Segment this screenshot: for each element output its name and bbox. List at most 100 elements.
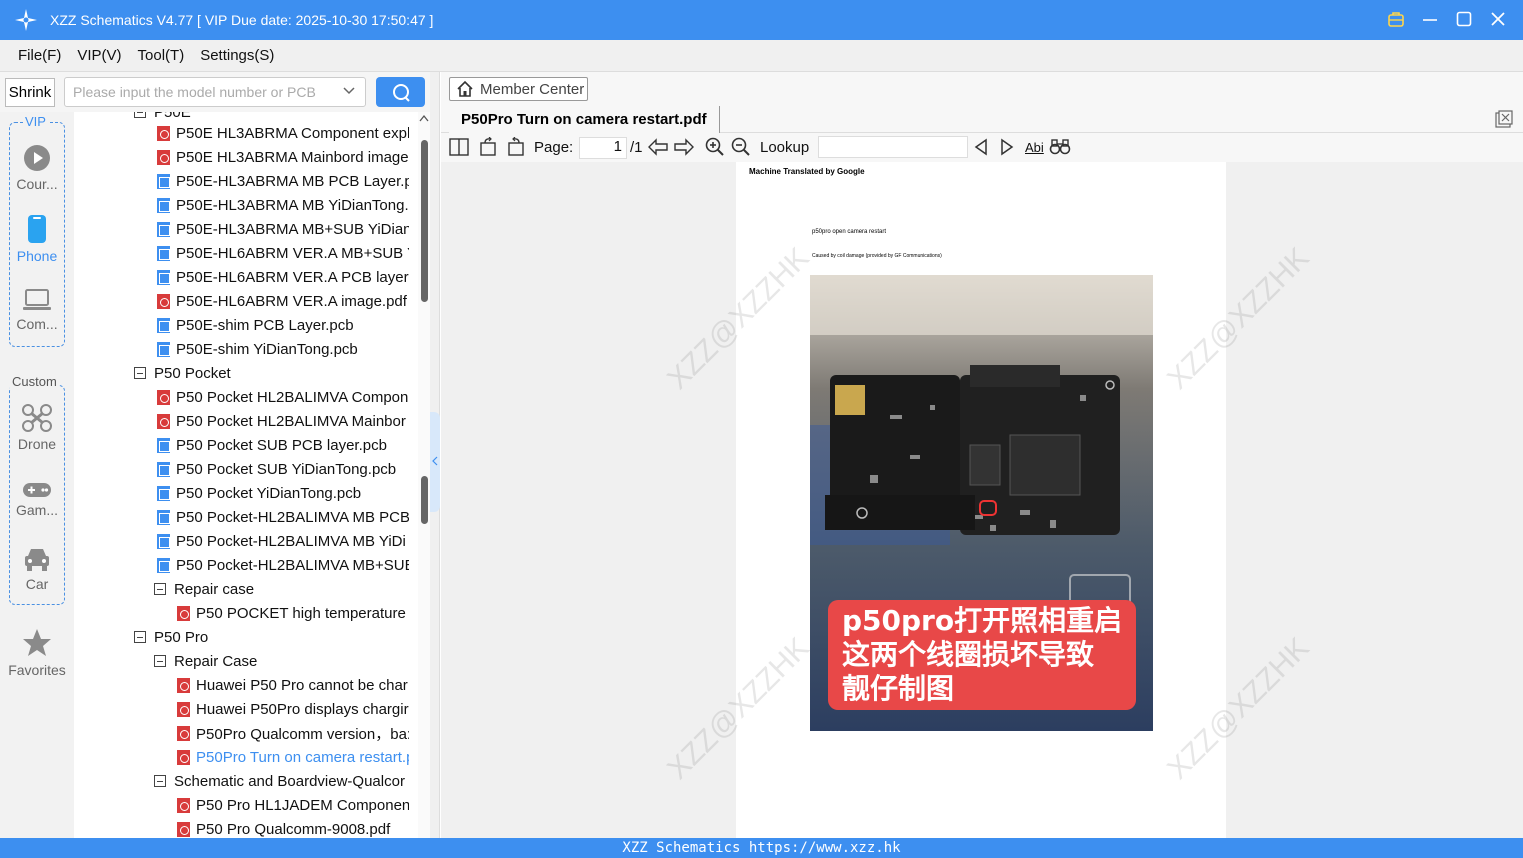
category-favorites[interactable]: Favorites — [0, 628, 74, 678]
tree-file-item[interactable]: P50E HL3ABRMA Mainbord image — [157, 145, 409, 169]
previous-page-icon[interactable] — [647, 136, 669, 158]
tree-file-item[interactable]: P50Pro Qualcomm version，ba: — [177, 721, 409, 745]
tab-document[interactable]: P50Pro Turn on camera restart.pdf — [449, 106, 720, 133]
find-next-icon[interactable] — [999, 136, 1015, 158]
next-page-icon[interactable] — [673, 136, 695, 158]
category-car[interactable]: Car — [0, 546, 74, 592]
tree-row-label: P50E — [154, 112, 191, 121]
tree-file-item[interactable]: Huawei P50Pro displays chargir — [177, 697, 409, 721]
tree-file-item[interactable]: P50 Pocket SUB YiDianTong.pcb — [157, 457, 396, 481]
tree-scrollbar[interactable] — [418, 112, 430, 838]
tree-file-item[interactable]: P50 Pro Qualcomm-9008.pdf — [177, 817, 390, 838]
binoculars-icon[interactable] — [1049, 136, 1071, 158]
vip-group-label: VIP — [23, 114, 48, 129]
tree-row-label: Repair Case — [174, 652, 258, 670]
tree-file-item[interactable]: P50 Pocket YiDianTong.pcb — [157, 481, 361, 505]
tree-file-item[interactable]: P50 POCKET high temperature i — [177, 601, 409, 625]
menu-settings[interactable]: Settings(S) — [200, 47, 274, 64]
close-tab-icon[interactable] — [1495, 110, 1513, 128]
collapse-icon[interactable] — [134, 631, 146, 643]
document-area[interactable]: Machine Translated by Google p50pro open… — [441, 162, 1523, 838]
pdf-file-icon — [177, 677, 190, 693]
pdf-file-icon — [177, 749, 190, 765]
category-drone[interactable]: Drone — [0, 404, 74, 452]
tree-file-item[interactable]: P50E-HL6ABRM VER.A MB+SUB Yi — [157, 241, 409, 265]
menu-tool[interactable]: Tool(T) — [138, 47, 185, 64]
shrink-button[interactable]: Shrink — [5, 78, 55, 107]
minimize-button[interactable] — [1419, 8, 1441, 30]
zoom-out-icon[interactable] — [731, 136, 751, 158]
vip-bag-icon[interactable] — [1385, 8, 1407, 30]
pdf-file-icon — [177, 605, 190, 621]
tree-file-item[interactable]: P50 Pro HL1JADEM Componen — [177, 793, 409, 817]
search-button[interactable] — [376, 77, 425, 107]
chevron-down-icon[interactable] — [343, 84, 355, 99]
tree-file-item[interactable]: P50E HL3ABRMA Component expl — [157, 121, 409, 145]
tree-file-item[interactable]: P50 Pocket-HL2BALIMVA MB YiDi — [157, 529, 406, 553]
chevron-left-icon — [432, 456, 438, 466]
search-input[interactable]: Please input the model number or PCB — [64, 77, 366, 107]
tree-row-label: P50 Pocket YiDianTong.pcb — [176, 484, 362, 502]
page-number-input[interactable]: 1 — [579, 137, 627, 159]
collapse-icon[interactable] — [154, 655, 166, 667]
tree-folder[interactable]: Schematic and Boardview-Qualcor — [154, 769, 405, 793]
tree-folder[interactable]: P50 Pro — [134, 625, 208, 649]
category-phone-label: Phone — [16, 248, 58, 264]
member-center-button[interactable]: Member Center — [449, 77, 588, 101]
rotate-right-icon[interactable] — [505, 136, 525, 158]
category-computer[interactable]: Com... — [0, 288, 74, 332]
category-phone[interactable]: Phone — [0, 214, 74, 264]
menu-vip[interactable]: VIP(V) — [77, 47, 121, 64]
tree-folder[interactable]: Repair Case — [154, 649, 257, 673]
tree-file-item[interactable]: P50E-HL6ABRM VER.A PCB layer.p — [157, 265, 409, 289]
maximize-button[interactable] — [1453, 8, 1475, 30]
search-placeholder: Please input the model number or PCB — [73, 84, 316, 100]
tree-file-item[interactable]: P50E-HL6ABRM VER.A image.pdf — [157, 289, 407, 313]
pcb-file-icon — [157, 317, 170, 333]
tree-file-item[interactable]: P50 Pocket HL2BALIMVA Compon — [157, 385, 408, 409]
tree-file-item[interactable]: P50Pro Turn on camera restart.p — [177, 745, 409, 769]
tree-file-item[interactable]: P50E-HL3ABRMA MB PCB Layer.pc — [157, 169, 409, 193]
collapse-icon[interactable] — [134, 367, 146, 379]
tree-file-item[interactable]: P50E-HL3ABRMA MB YiDianTong. — [157, 193, 409, 217]
tree-folder[interactable]: P50 Pocket — [134, 361, 231, 385]
category-courses[interactable]: Cour... — [0, 144, 74, 192]
zoom-in-icon[interactable] — [705, 136, 725, 158]
tree-file-item[interactable]: P50E-shim PCB Layer.pcb — [157, 313, 354, 337]
category-drone-label: Drone — [17, 436, 57, 452]
tree-file-item[interactable]: P50 Pocket-HL2BALIMVA MB+SUE — [157, 553, 409, 577]
pdf-toolbar: Page: 1 /1 Lookup Abi — [441, 134, 1523, 161]
drone-icon — [22, 404, 52, 432]
sidebar-toggle-icon[interactable] — [449, 136, 469, 158]
search-icon — [392, 84, 410, 102]
scroll-thumb[interactable] — [421, 140, 428, 302]
match-case-button[interactable]: Abi — [1025, 136, 1044, 158]
tree-row-label: P50 Pocket SUB YiDianTong.pcb — [176, 460, 397, 478]
tree-file-item[interactable]: Huawei P50 Pro cannot be char — [177, 673, 408, 697]
collapse-icon[interactable] — [154, 775, 166, 787]
rotate-left-icon[interactable] — [479, 136, 499, 158]
category-game[interactable]: Gam... — [0, 482, 74, 518]
collapse-icon[interactable] — [154, 583, 166, 595]
scroll-thumb-secondary[interactable] — [421, 476, 428, 524]
tree-row-label: P50 Pro — [154, 628, 209, 646]
tree-file-item[interactable]: P50 Pocket-HL2BALIMVA MB PCB — [157, 505, 409, 529]
tree-file-item[interactable]: P50 Pocket HL2BALIMVA Mainbor — [157, 409, 406, 433]
tree-file-item[interactable]: P50E-shim YiDianTong.pcb — [157, 337, 358, 361]
tree-file-item[interactable]: P50E-HL3ABRMA MB+SUB YiDian — [157, 217, 409, 241]
tree-file-item[interactable]: P50 Pocket SUB PCB layer.pcb — [157, 433, 387, 457]
collapse-pane-handle[interactable] — [430, 412, 440, 512]
find-previous-icon[interactable] — [973, 136, 989, 158]
pdf-file-icon — [157, 293, 170, 309]
lookup-input[interactable] — [818, 136, 968, 158]
category-favorites-label: Favorites — [8, 662, 66, 678]
scroll-up-icon[interactable] — [419, 114, 429, 122]
collapse-icon[interactable] — [134, 112, 146, 118]
tree-folder[interactable]: Repair case — [154, 577, 254, 601]
close-button[interactable] — [1487, 8, 1509, 30]
pane-splitter[interactable] — [430, 72, 440, 838]
tree-row-label: P50 Pocket — [154, 364, 231, 382]
pcb-file-icon — [157, 557, 170, 573]
menu-file[interactable]: File(F) — [18, 47, 61, 64]
tree-row-label: P50 Pro HL1JADEM Componen — [196, 796, 409, 814]
